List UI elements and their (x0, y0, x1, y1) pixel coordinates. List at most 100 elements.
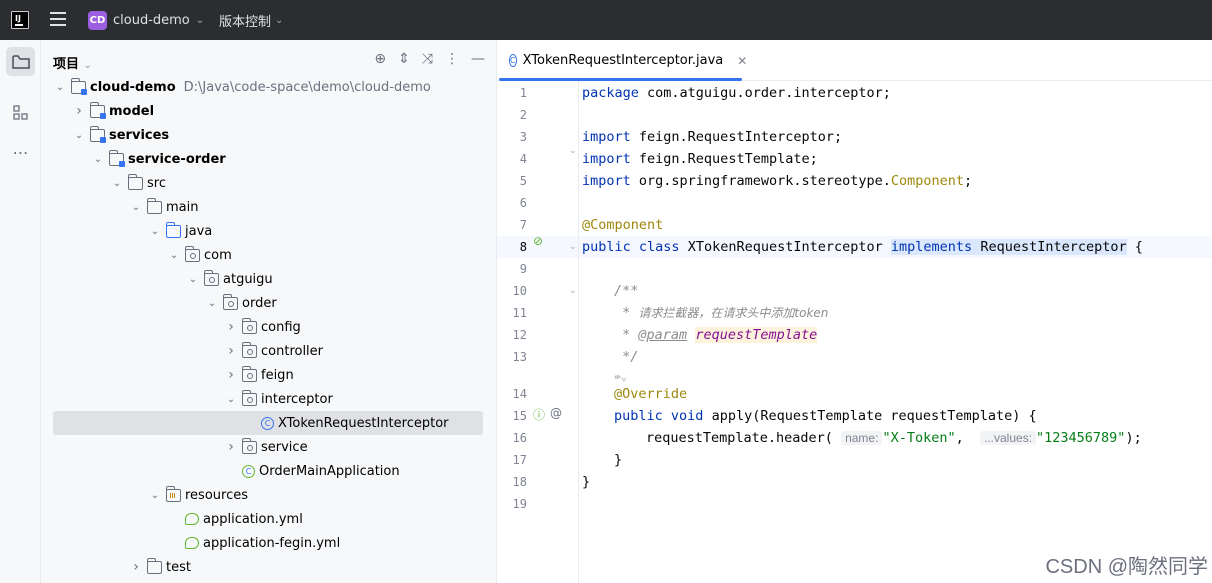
project-folder-icon[interactable] (6, 47, 35, 76)
chevron-down-icon[interactable]: ⌄ (53, 82, 67, 93)
tree-item[interactable]: ⌄ cloud-demo D:\Java\code-space\demo\cloud… (41, 75, 485, 99)
chevron-right-icon[interactable]: › (72, 103, 86, 119)
chevron-down-icon[interactable]: ⌄ (148, 226, 162, 237)
tree-item-label: main (166, 199, 199, 215)
tree-item[interactable]: ⌄ src (41, 171, 485, 195)
package-icon (242, 389, 257, 406)
chevron-down-icon[interactable]: ⌄ (72, 130, 86, 141)
title-bar: IJ CD cloud-demo ⌄ 版本控制 ⌄ (0, 0, 1212, 40)
collapse-all-icon[interactable]: ⤨ (422, 51, 433, 67)
param-hint: ...values: (980, 431, 1037, 445)
line-number: 4 (519, 152, 527, 166)
tree-item-label: controller (261, 343, 324, 359)
tree-item[interactable]: ⌄ resources (41, 483, 485, 507)
tree-item-label: order (242, 295, 277, 311)
project-switcher[interactable]: CD cloud-demo ⌄ (88, 10, 204, 30)
hide-icon[interactable]: — (471, 51, 485, 67)
tree-item[interactable]: C OrderMainApplication (41, 459, 485, 483)
chevron-down-icon[interactable]: ⌄ (148, 490, 162, 501)
module-folder-icon (109, 149, 125, 167)
options-icon[interactable]: ⋮ (445, 51, 459, 67)
tool-window-strip: ⋯ (0, 40, 41, 583)
fold-icon[interactable]: ⌄ (569, 242, 577, 252)
folder-icon (147, 557, 162, 574)
tree-item-label: java (185, 223, 213, 239)
structure-icon[interactable] (6, 98, 35, 127)
tree-item-label: application-fegin.yml (203, 535, 341, 551)
line-number: 19 (512, 497, 527, 511)
chevron-down-icon[interactable]: ⌄ (129, 202, 143, 213)
tree-item[interactable]: ⌄ atguigu (41, 267, 485, 291)
chevron-down-icon[interactable]: ⌄ (186, 274, 200, 285)
editor-tabs: C XTokenRequestInterceptor.java ✕ (497, 40, 1212, 81)
tree-item-label: com (204, 247, 232, 263)
module-folder-icon (90, 101, 106, 119)
tree-item-label: src (147, 175, 166, 191)
line-number: 10 (512, 284, 527, 298)
class-icon: C (261, 416, 274, 430)
tree-item-label: service (261, 439, 308, 455)
close-icon[interactable]: ✕ (737, 54, 747, 68)
project-badge: CD (88, 10, 107, 30)
locate-icon[interactable]: ⊕ (374, 51, 386, 67)
param-hint: name: (841, 431, 883, 445)
package-icon (223, 293, 238, 310)
tree-item-label: resources (185, 487, 249, 503)
chevron-down-icon: ⌄ (195, 14, 205, 26)
tree-item[interactable]: › test (41, 555, 485, 579)
chevron-right-icon[interactable]: › (224, 367, 238, 383)
tree-item[interactable]: application-fegin.yml (41, 531, 485, 555)
tree-item[interactable]: ⌄ service-order (41, 147, 485, 171)
tree-item[interactable]: › controller (41, 339, 485, 363)
annotation-icon[interactable]: @ (550, 406, 562, 420)
vcs-menu[interactable]: 版本控制 ⌄ (219, 10, 283, 30)
app-logo-icon[interactable]: IJ (11, 11, 29, 29)
chevron-right-icon[interactable]: › (129, 559, 143, 575)
tree-item-label: model (109, 103, 155, 119)
tree-item[interactable]: ⌄ order (41, 291, 485, 315)
tree-item[interactable]: application.yml (41, 507, 485, 531)
project-name: cloud-demo (113, 12, 190, 28)
tree-item[interactable]: ⌄ java (41, 219, 485, 243)
line-number: 7 (519, 218, 527, 232)
main-menu-icon[interactable] (50, 12, 66, 26)
project-panel-title[interactable]: 项目 ⌄ (53, 53, 92, 72)
chevron-right-icon[interactable]: › (224, 439, 238, 455)
module-folder-icon (71, 77, 87, 95)
tree-item[interactable]: ⌄ com (41, 243, 485, 267)
module-folder-icon (90, 125, 106, 143)
line-number: 16 (512, 431, 527, 445)
chevron-down-icon[interactable]: ⌄ (167, 250, 181, 261)
tab-xtoken-interceptor[interactable]: C XTokenRequestInterceptor.java ✕ (497, 40, 747, 81)
tab-label: XTokenRequestInterceptor.java (522, 53, 724, 68)
package-icon (242, 365, 257, 382)
tree-item[interactable]: ⌄ services (41, 123, 485, 147)
tree-item-label: XTokenRequestInterceptor (278, 415, 449, 431)
project-panel: 项目 ⌄ ⊕ ⇕ ⤨ ⋮ — ⌄ cloud-demo D:\Java\code-s… (41, 40, 535, 583)
tree-item[interactable]: › service (41, 435, 485, 459)
tree-item-label: feign (261, 367, 294, 383)
expand-all-icon[interactable]: ⇕ (398, 51, 410, 67)
tree-item[interactable]: ⌄ interceptor (41, 387, 485, 411)
tree-item[interactable]: › model (41, 99, 485, 123)
spring-bean-icon[interactable]: ⊘ (533, 234, 543, 248)
chevron-down-icon[interactable]: ⌄ (205, 298, 219, 309)
line-number: 2 (519, 108, 527, 122)
fold-icon[interactable]: ⌄ (569, 146, 577, 156)
spring-yml-icon (185, 537, 199, 549)
tree-item[interactable]: › feign (41, 363, 485, 387)
line-number: 1 (519, 86, 527, 100)
chevron-down-icon[interactable]: ⌄ (224, 394, 238, 405)
chevron-right-icon[interactable]: › (224, 319, 238, 335)
implements-method-icon[interactable]: ⓘ (533, 406, 545, 423)
tree-item[interactable]: ⌄ main (41, 195, 485, 219)
more-tools-icon[interactable]: ⋯ (6, 138, 35, 167)
fold-icon[interactable]: ⌄ (569, 286, 577, 296)
tree-item[interactable]: C XTokenRequestInterceptor (53, 411, 483, 435)
chevron-right-icon[interactable]: › (224, 343, 238, 359)
line-number: 13 (512, 350, 527, 364)
tree-item-label: atguigu (223, 271, 273, 287)
tree-item[interactable]: › config (41, 315, 485, 339)
chevron-down-icon[interactable]: ⌄ (91, 154, 105, 165)
chevron-down-icon[interactable]: ⌄ (110, 178, 124, 189)
